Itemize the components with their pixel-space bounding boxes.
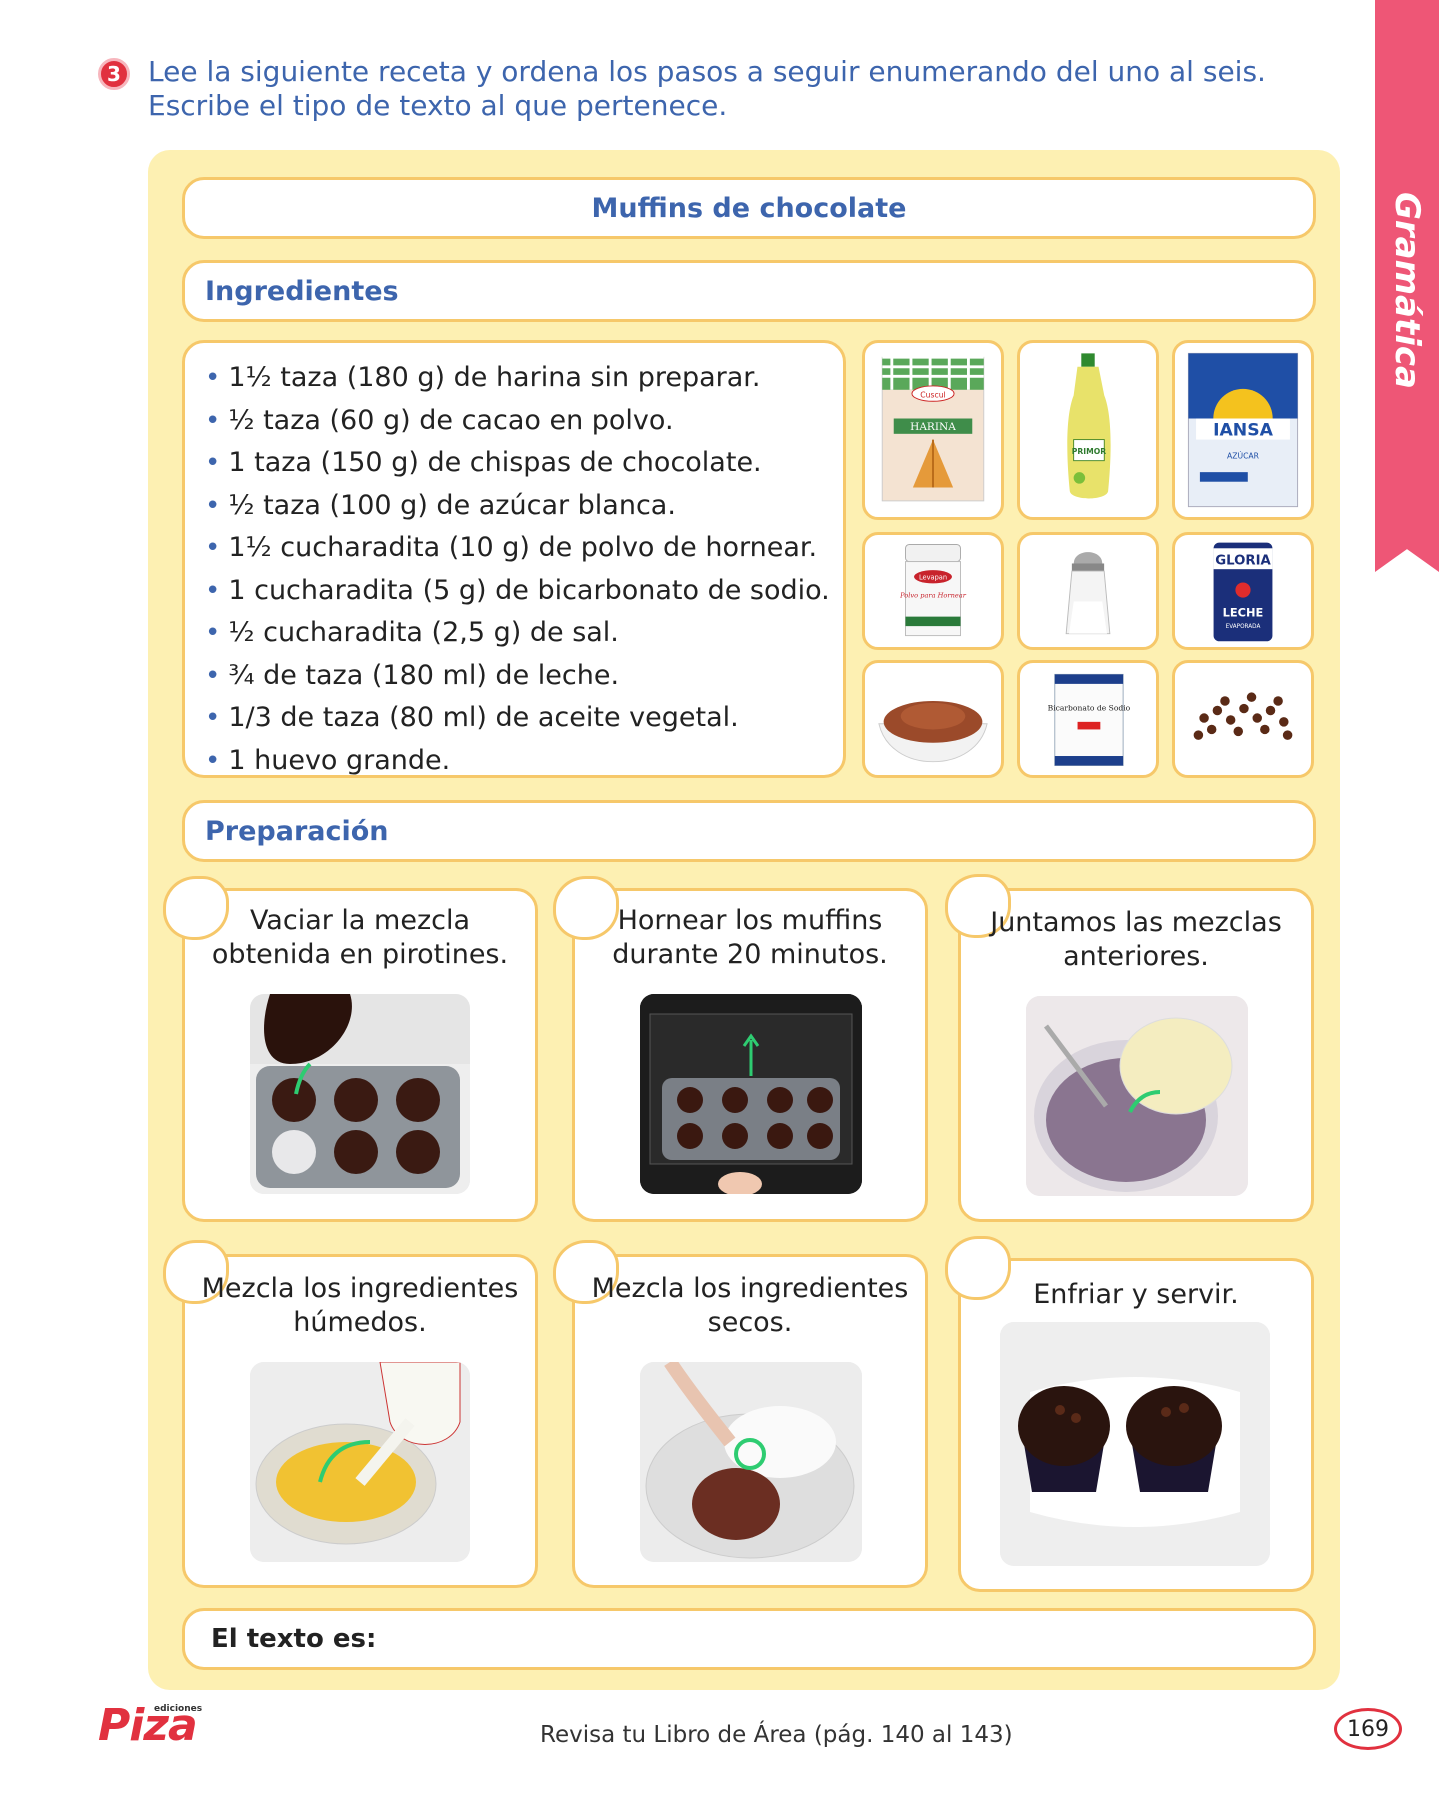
recipe-title: Muffins de chocolate — [591, 192, 907, 224]
publisher-logo: Piza — [98, 1700, 198, 1751]
ingredients-box: 1½ taza (180 g) de harina sin preparar. … — [182, 340, 846, 778]
svg-text:LECHE: LECHE — [1223, 606, 1264, 620]
ingredient-item: 1½ cucharadita (10 g) de polvo de hornea… — [205, 527, 843, 570]
ingredients-heading: Ingredientes — [205, 275, 399, 307]
chocolate-chips-image — [1172, 660, 1314, 778]
step-photo-wet-ingredients — [250, 1362, 470, 1562]
cocoa-powder-bowl-image — [862, 660, 1004, 778]
svg-text:IANSA: IANSA — [1213, 421, 1274, 441]
ingredient-item: 1/3 de taza (80 ml) de aceite vegetal. — [205, 697, 843, 740]
step-text: Mezcla los ingredientes secos. — [591, 1273, 909, 1338]
ingredient-item: ½ taza (60 g) de cacao en polvo. — [205, 400, 843, 443]
step-photo-muffins-served — [1000, 1322, 1270, 1566]
step-text: Enfriar y servir. — [1033, 1279, 1239, 1310]
svg-text:AZÚCAR: AZÚCAR — [1227, 452, 1260, 461]
text-type-prompt: El texto es: — [211, 1624, 377, 1654]
svg-text:PRIMOR: PRIMOR — [1072, 447, 1106, 456]
svg-text:EVAPORADA: EVAPORADA — [1226, 624, 1261, 630]
flour-bag-image: Cuscul HARINA — [862, 340, 1004, 520]
svg-text:Levapan: Levapan — [919, 574, 947, 582]
ingredient-item: 1 cucharadita (5 g) de bicarbonato de so… — [205, 570, 843, 613]
step-photo-pour-batter — [250, 994, 470, 1194]
step-text: Juntamos las mezclas anteriores. — [990, 907, 1282, 972]
page-number: 169 — [1334, 1708, 1402, 1750]
recipe-title-bar: Muffins de chocolate — [182, 177, 1316, 239]
preparation-heading-bar: Preparación — [182, 800, 1316, 862]
preparation-heading: Preparación — [205, 815, 389, 847]
baking-soda-box-image: Bicarbonato de Sodio — [1017, 660, 1159, 778]
task-number-badge: 3 — [98, 58, 130, 90]
svg-text:Cuscul: Cuscul — [920, 390, 945, 399]
step-photo-combine-mixtures — [1026, 996, 1248, 1196]
svg-text:GLORIA: GLORIA — [1215, 553, 1271, 568]
section-tab-label: Gramática — [1387, 191, 1427, 389]
ingredient-item: ½ cucharadita (2,5 g) de sal. — [205, 612, 843, 655]
book-reference: Revisa tu Libro de Área (pág. 140 al 143… — [540, 1722, 1013, 1748]
step-text: Vaciar la mezcla obtenida en pirotines. — [211, 905, 509, 970]
ingredient-item: 1 taza (150 g) de chispas de chocolate. — [205, 442, 843, 485]
salt-shaker-image — [1017, 532, 1159, 650]
step-text: Mezcla los ingredientes húmedos. — [201, 1273, 519, 1338]
baking-powder-jar-image: Levapan Polvo para Hornear — [862, 532, 1004, 650]
task-instruction: Lee la siguiente receta y ordena los pas… — [148, 55, 1266, 122]
sugar-bag-image: IANSA AZÚCAR — [1172, 340, 1314, 520]
step-text: Hornear los muffins durante 20 minutos. — [612, 905, 888, 970]
oil-bottle-image: PRIMOR — [1017, 340, 1159, 520]
ingredient-item: ½ taza (100 g) de azúcar blanca. — [205, 485, 843, 528]
ingredients-heading-bar: Ingredientes — [182, 260, 1316, 322]
ingredient-item: ¾ de taza (180 ml) de leche. — [205, 655, 843, 698]
ingredients-list: 1½ taza (180 g) de harina sin preparar. … — [205, 357, 843, 782]
step-photo-oven — [640, 994, 862, 1194]
evaporated-milk-can-image: GLORIA LECHE EVAPORADA — [1172, 532, 1314, 650]
svg-text:HARINA: HARINA — [910, 421, 956, 433]
svg-text:Bicarbonato de Sodio: Bicarbonato de Sodio — [1048, 703, 1131, 712]
text-type-answer-bar[interactable]: El texto es: — [182, 1608, 1316, 1670]
ingredient-item: 1½ taza (180 g) de harina sin preparar. — [205, 357, 843, 400]
ingredient-item: 1 huevo grande. — [205, 740, 843, 783]
step-photo-dry-ingredients — [640, 1362, 862, 1562]
svg-text:Polvo para Hornear: Polvo para Hornear — [899, 592, 967, 600]
